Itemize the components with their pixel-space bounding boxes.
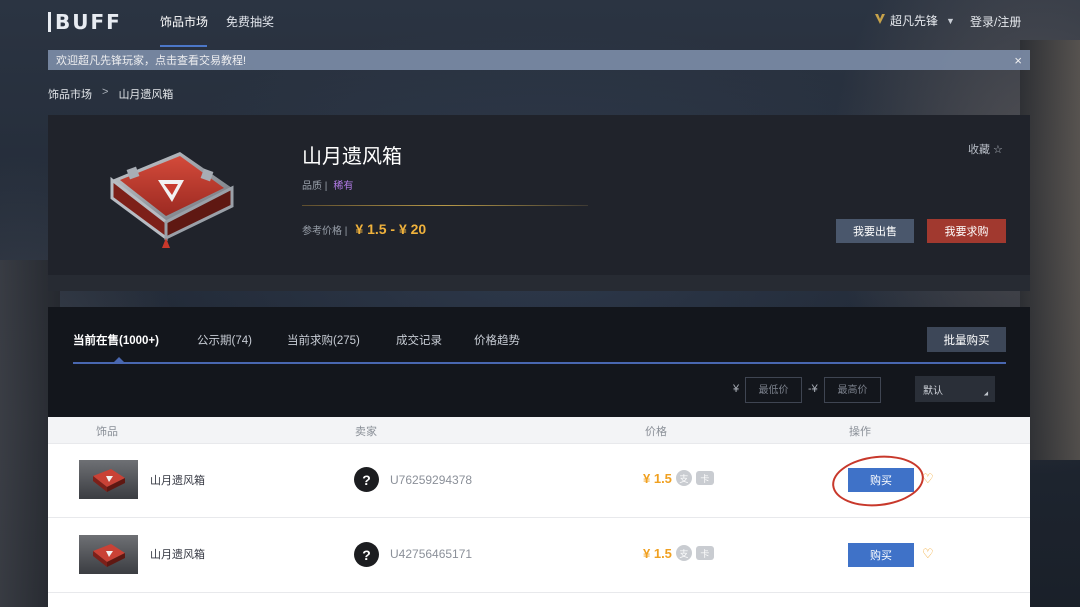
breadcrumb: 饰品市场 > 山月遗风箱 [48,86,173,102]
chevron-down-icon: ▼ [946,15,955,26]
ref-price-label: 参考价格 | [302,226,348,237]
header-item: 饰品 [96,426,118,438]
quality-value: 稀有 [333,181,354,192]
sort-select[interactable]: 默认 [915,376,995,402]
max-price-currency: -¥ [808,383,818,395]
bulk-buy-button[interactable]: 批量购买 [927,327,1006,352]
tab-price-trend[interactable]: 价格趋势 [474,332,520,348]
row-price: ¥ 1.5 支 卡 [643,470,714,486]
wishlist-heart-icon[interactable]: ♡ [922,546,934,562]
alipay-icon: 支 [675,545,692,561]
notice-bar: 欢迎超凡先锋玩家，点击查看交易教程! × [48,50,1030,70]
seller-id: U76259294378 [390,473,473,487]
row-price: ¥ 1.5 支 卡 [643,545,714,561]
alipay-icon: 支 [675,470,692,486]
quality-label: 品质 | [302,181,328,192]
seller-avatar-icon[interactable]: ? [354,542,379,567]
tab-public-period[interactable]: 公示期(74) [197,332,252,348]
row-item-name[interactable]: 山月遗风箱 [150,472,205,488]
buff-logo[interactable]: BUFF [48,12,122,32]
user-menu[interactable]: 超凡先锋 ▼ [874,12,955,29]
tab-active-caret [114,357,124,362]
listing-table [48,417,1030,607]
dropdown-arrow-icon [983,391,991,398]
login-register-link[interactable]: 登录/注册 [970,13,1021,30]
item-case-image [110,152,234,248]
user-name: 超凡先锋 [890,14,939,28]
row-thumbnail[interactable] [79,460,138,499]
row-item-name[interactable]: 山月遗风箱 [150,546,205,562]
nav-item-lottery[interactable]: 免费抽奖 [226,13,274,30]
price-value: ¥ 1.5 [643,545,672,561]
sort-value: 默认 [923,385,943,397]
row-divider [48,592,1030,593]
breadcrumb-item: 山月遗风箱 [118,89,174,101]
table-header [48,417,1030,443]
favorite-button[interactable]: 收藏 ☆ [968,141,1003,157]
item-quality: 品质 | 稀有 [302,177,353,192]
max-price-input[interactable] [824,377,881,403]
tab-buy-orders[interactable]: 当前求购(275) [287,332,360,348]
nav-item-market[interactable]: 饰品市场 [160,13,208,30]
sell-button[interactable]: 我要出售 [836,219,914,243]
nav-active-underline [160,45,207,47]
row-divider [48,517,1030,518]
buy-button[interactable]: 购买 [848,543,914,567]
want-to-buy-button[interactable]: 我要求购 [927,219,1006,243]
ref-price-value: ¥ 1.5 - ¥ 20 [355,221,427,237]
price-value: ¥ 1.5 [643,470,672,486]
tab-underline [73,362,1006,364]
seller-avatar-icon[interactable]: ? [354,467,379,492]
breadcrumb-market[interactable]: 饰品市场 [48,86,92,102]
header-price: 价格 [645,426,667,438]
tab-on-sale[interactable]: 当前在售(1000+) [73,332,159,348]
close-icon[interactable]: × [1014,53,1022,68]
card-icon: 卡 [695,546,714,560]
item-header-strip [48,275,1030,291]
tab-trade-history[interactable]: 成交记录 [396,332,442,348]
header-divider [302,205,588,206]
top-nav: BUFF 饰品市场 免费抽奖 超凡先锋 ▼ 登录/注册 [0,0,1080,48]
row-thumbnail[interactable] [79,535,138,574]
breadcrumb-separator: > [102,86,109,98]
v-badge-icon [874,13,886,28]
card-icon: 卡 [695,471,714,485]
item-title: 山月遗风箱 [302,146,402,168]
min-price-input[interactable] [745,377,802,403]
min-price-currency: ¥ [733,383,740,395]
row-divider [48,443,1030,444]
reference-price: 参考价格 | ¥ 1.5 - ¥ 20 [302,221,426,237]
header-action: 操作 [849,426,871,438]
header-seller: 卖家 [355,426,377,438]
seller-id: U42756465171 [390,547,473,561]
notice-text[interactable]: 欢迎超凡先锋玩家，点击查看交易教程! [56,52,246,68]
